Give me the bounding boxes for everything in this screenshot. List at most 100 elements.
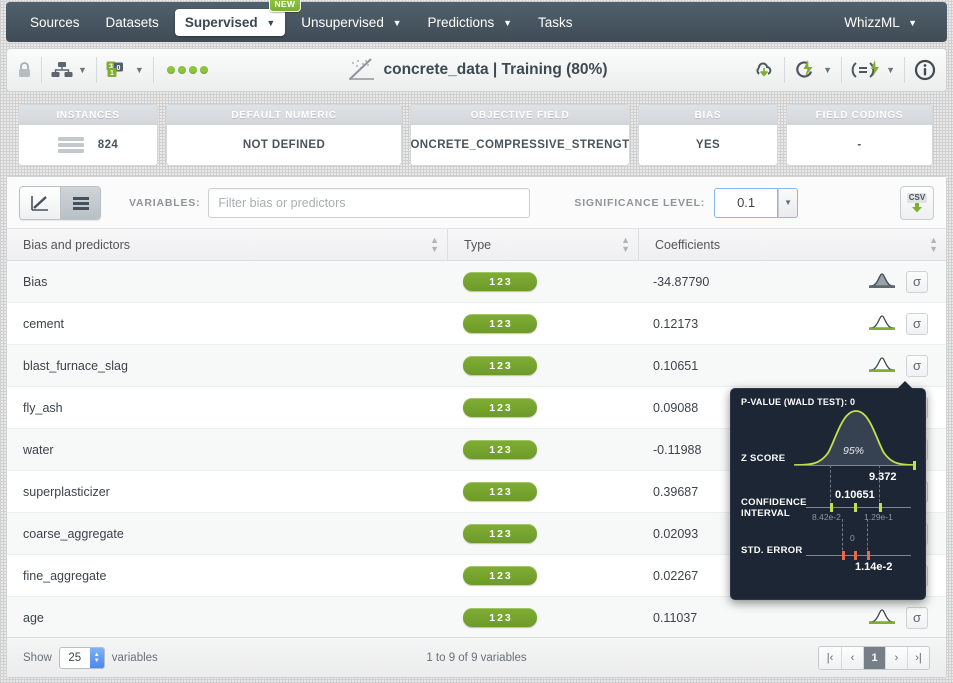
column-header-coefficients[interactable]: Coefficients ▲ ▼ [639,229,946,260]
nav-item-label: Predictions [427,14,495,30]
row-variable-name: water [23,442,54,457]
status-dot [188,66,197,74]
nav-item-label: Sources [30,14,80,30]
table-row[interactable]: blast_furnace_slag 123 0.10651 σ [7,345,946,387]
chevron-down-icon: ▼ [503,17,512,28]
tooltip-zscore-value: 9.372 [869,471,897,483]
significance-level-value: 0.1 [714,187,779,218]
se-axis [806,555,911,556]
row-type-cell: 123 [447,398,637,417]
variables-label: VARIABLES: [129,196,201,209]
next-page-button[interactable]: › [885,646,907,669]
nav-item-tasks[interactable]: Tasks [528,9,583,36]
list-view-icon [72,196,89,210]
normal-distribution-filled-icon[interactable] [868,272,896,292]
nav-item-sources[interactable]: Sources [20,9,90,36]
page-size-stepper[interactable]: 25 ▲ ▼ [58,646,105,669]
tooltip-curve-percent: 95% [843,445,865,457]
normal-distribution-icon[interactable] [868,608,896,628]
chevron-down-icon: ▼ [266,17,276,28]
table-row[interactable]: age 123 0.11037 σ [7,597,946,637]
status-dot [177,66,186,74]
row-variable-name: blast_furnace_slag [23,358,128,373]
chart-view-button[interactable] [20,186,60,219]
sigma-button[interactable]: σ [906,354,928,377]
sigma-button[interactable]: σ [906,606,928,629]
zscore-tick [913,461,916,470]
row-actions: σ [868,270,946,293]
row-actions: σ [868,606,946,629]
column-header-bias-and-predictors[interactable]: Bias and predictors ▲ ▼ [7,229,447,260]
type-chip: 123 [463,314,537,333]
sort-icon: ▲ ▼ [929,234,938,254]
row-coefficient: 0.10651 [653,358,699,373]
card-header: INSTANCES [19,105,157,125]
cloud-download-icon[interactable] [753,59,775,81]
card-value: YES [639,125,777,165]
card-header: BIAS [639,105,777,125]
nav-item-label: WhizzML [844,14,900,30]
share-network-icon[interactable]: ▼ [51,61,87,79]
title-bar-actions: ▼ ▼ [753,57,936,83]
last-page-button[interactable]: ›| [907,646,929,669]
tooltip-se-value: 1.14e-2 [855,561,893,573]
type-chip: 123 [463,440,537,459]
resource-title-bar: ▼ 3 0 1 ▼ concrete_data | Training (80%) [6,48,947,92]
summary-cards: INSTANCES 824 DEFAULT NUMERIC NOT DEFINE… [18,104,935,166]
line-chart-icon [31,195,48,211]
card-value: 824 [97,139,119,151]
field-counts-icon[interactable]: 3 0 1 ▼ [106,61,144,79]
sigma-button[interactable]: σ [906,270,928,293]
row-actions: σ [868,312,946,335]
csv-download-button[interactable]: CSV [900,185,934,220]
lightning-actions-icon[interactable]: ▼ [794,59,832,81]
row-variable-name: fly_ash [23,400,63,415]
script-actions-icon[interactable]: ▼ [851,59,895,81]
nav-item-supervised[interactable]: Supervised ▼ NEW [174,0,302,36]
nav-item-whizzml[interactable]: WhizzML ▼ [834,9,927,36]
type-chip: 123 [463,608,537,627]
normal-distribution-icon[interactable] [868,314,896,334]
list-view-button[interactable] [60,186,100,219]
lock-icon[interactable] [17,61,32,79]
zscore-axis [794,465,916,466]
table-row[interactable]: cement 123 0.12173 σ [7,303,946,345]
page-size-value: 25 [59,647,90,668]
table-row[interactable]: Bias 123 -34.87790 σ [7,261,946,303]
card-value: - [787,125,932,165]
row-type-cell: 123 [447,608,637,627]
nav-item-label: Supervised [184,14,258,30]
nav-item-predictions[interactable]: Predictions ▼ [418,9,522,36]
svg-text:1: 1 [110,70,114,77]
stepper-arrows-icon: ▲ ▼ [89,647,104,668]
row-variable-name: superplasticizer [23,484,110,499]
page-number-button[interactable]: 1 [863,646,885,669]
show-label: Show [23,651,52,664]
card-bias: BIAS YES [638,104,778,166]
prev-page-button[interactable]: ‹ [841,646,863,669]
svg-text:0: 0 [116,65,120,72]
normal-distribution-icon[interactable] [868,356,896,376]
tooltip-ci-lower: 8.42e-2 [812,512,841,522]
sigma-button[interactable]: σ [906,312,928,335]
search-input[interactable] [208,187,531,218]
column-header-type[interactable]: Type ▲ ▼ [448,229,638,260]
info-icon[interactable] [914,59,936,81]
instances-bars-icon [57,137,84,153]
nav-item-unsupervised[interactable]: Unsupervised ▼ [291,9,411,36]
chevron-down-icon: ▼ [823,65,833,75]
table-header-row: Bias and predictors ▲ ▼ Type ▲ ▼ Coefficie… [7,228,946,261]
nav-item-datasets[interactable]: Datasets [96,9,169,36]
significance-level-select[interactable]: 0.1 ▼ [714,187,799,218]
card-default-numeric: DEFAULT NUMERIC NOT DEFINED [166,104,402,166]
card-header: DEFAULT NUMERIC [167,105,401,125]
card-header: FIELD CODINGS [787,105,932,125]
tooltip-ci-label-line1: CONFIDENCE [741,497,807,508]
first-page-button[interactable]: |‹ [819,646,841,669]
nav-item-label: Unsupervised [301,14,384,30]
chevron-down-icon: ▼ [78,65,87,75]
ci-lower-tick [830,503,833,512]
row-type-cell: 123 [447,440,637,459]
status-dots [166,66,208,74]
sort-icon: ▲ ▼ [430,234,439,254]
